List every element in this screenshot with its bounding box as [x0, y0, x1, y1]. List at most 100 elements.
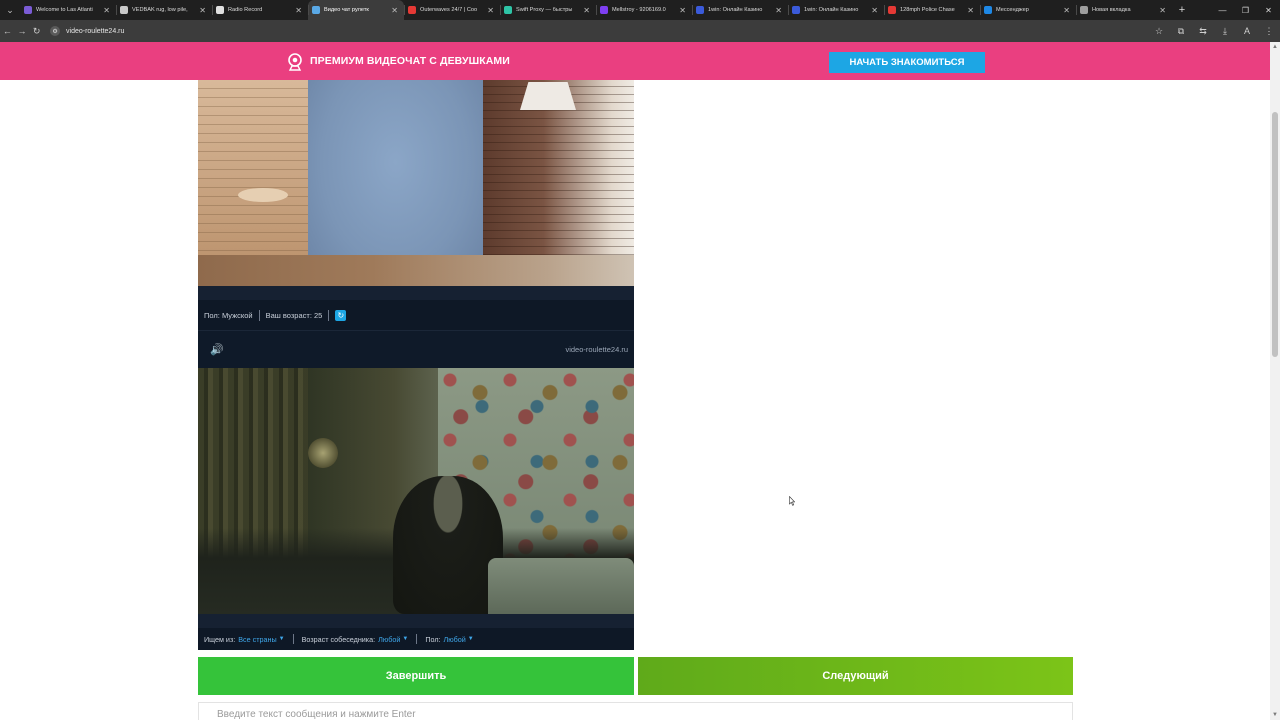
favicon-icon	[1080, 6, 1088, 14]
promo-text: ПРЕМИУМ ВИДЕОЧАТ С ДЕВУШКАМИ	[310, 55, 510, 67]
gender-filter-dropdown[interactable]: Любой	[444, 635, 466, 644]
video-chat-panel: Пол: Мужской Ваш возраст: 25 ↻ 🔊 video-r…	[198, 80, 634, 650]
close-window-icon[interactable]: ✕	[1257, 0, 1280, 20]
promo-banner: ПРЕМИУМ ВИДЕОЧАТ С ДЕВУШКАМИ НАЧАТЬ ЗНАК…	[0, 42, 1270, 80]
forward-button[interactable]: →	[15, 20, 30, 42]
menu-icon[interactable]: ⋮	[1258, 20, 1280, 42]
self-camera-video	[198, 80, 634, 286]
favicon-icon	[600, 6, 608, 14]
close-tab-icon[interactable]: ✕	[199, 6, 206, 15]
scrollbar-thumb[interactable]	[1272, 112, 1278, 357]
close-tab-icon[interactable]: ✕	[1063, 6, 1070, 15]
chevron-down-icon: ▼	[467, 636, 474, 642]
download-icon[interactable]: ⤓	[1214, 20, 1236, 42]
partner-camera-video	[198, 368, 634, 614]
reload-icon: ↻	[32, 25, 41, 36]
tab-title: 1win: Онлайн Казино	[804, 7, 859, 13]
tab-title: Swift Proxy — быстры	[516, 7, 573, 13]
tab-title: Welcome to Las Atlanti	[36, 7, 93, 13]
tab-title: Mellstroy - 9206169.0	[612, 7, 666, 13]
tab-title: Outerwaves 24/7 | Coo	[420, 7, 478, 13]
browser-tab[interactable]: Мессенджер ✕	[980, 0, 1076, 20]
site-info-icon[interactable]: ⚙	[50, 26, 61, 36]
tab-title: Новая вкладка	[1092, 7, 1131, 13]
refresh-icon[interactable]: ↻	[335, 309, 347, 321]
end-chat-button[interactable]: Завершить	[198, 657, 634, 695]
speaker-icon[interactable]: 🔊	[210, 343, 226, 357]
toolbar-buttons: ☆ ⧉ ⇆ ⤓ A ⋮	[1148, 20, 1280, 42]
favicon-icon	[984, 6, 992, 14]
tab-title: VEDBÄK rug, low pile,	[132, 7, 188, 13]
browser-tab[interactable]: 1win: Онлайн Казино ✕	[692, 0, 788, 20]
browser-tab[interactable]: Radio Record ✕	[212, 0, 308, 20]
extensions-icon[interactable]: ⧉	[1170, 20, 1192, 42]
browser-tab[interactable]: VEDBÄK rug, low pile, ✕	[116, 0, 212, 20]
tabs-container: Welcome to Las Atlanti ✕ VEDBÄK rug, low p…	[20, 0, 1172, 20]
close-tab-icon[interactable]: ✕	[583, 6, 590, 15]
chevron-down-icon: ▼	[402, 636, 409, 642]
maximize-icon[interactable]: ❐	[1234, 0, 1257, 20]
self-info-row: Пол: Мужской Ваш возраст: 25 ↻	[198, 300, 634, 330]
divider	[328, 309, 330, 321]
favicon-icon	[24, 6, 32, 14]
search-filters: Ищем из: Все страны ▼ Возраст собеседника…	[198, 628, 634, 650]
close-tab-icon[interactable]: ✕	[679, 6, 686, 15]
chevron-down-icon: ⌄	[6, 4, 14, 15]
close-tab-icon[interactable]: ✕	[487, 6, 494, 15]
tab-title: Видео чат рулетк	[324, 7, 369, 13]
close-tab-icon[interactable]: ✕	[1159, 6, 1166, 15]
country-filter-dropdown[interactable]: Все страны	[238, 635, 276, 644]
address-bar-row: ← → ↻ ⚙ video-roulette24.ru ☆ ⧉ ⇆ ⤓ A ⋮	[0, 20, 1280, 42]
star-icon[interactable]: ☆	[1148, 20, 1170, 42]
age-filter-label: Возраст собеседника:	[301, 634, 376, 644]
favicon-icon	[120, 6, 128, 14]
age-label: Ваш возраст: 25	[265, 310, 323, 320]
back-button[interactable]: ←	[0, 20, 15, 42]
webcam-icon	[288, 53, 302, 71]
plus-icon: +	[1178, 4, 1186, 16]
browser-tab[interactable]: 128mph Police Chase ✕	[884, 0, 980, 20]
close-tab-icon[interactable]: ✕	[295, 6, 302, 15]
favicon-icon	[408, 6, 416, 14]
chevron-down-icon: ▼	[278, 636, 285, 642]
window-controls: — ❐ ✕	[1211, 0, 1280, 20]
profile-icon[interactable]: A	[1236, 20, 1258, 42]
next-partner-button[interactable]: Следующий	[638, 657, 1073, 695]
gender-filter-label: Пол:	[425, 634, 441, 644]
close-tab-icon[interactable]: ✕	[967, 6, 974, 15]
browser-tab[interactable]: 1win: Онлайн Казино ✕	[788, 0, 884, 20]
reload-button[interactable]: ↻	[29, 20, 44, 42]
minimize-icon[interactable]: —	[1211, 0, 1234, 20]
gender-label: Пол: Мужской	[204, 310, 253, 320]
divider	[258, 309, 260, 321]
tab-search-button[interactable]: ⌄	[0, 0, 20, 20]
favicon-icon	[216, 6, 224, 14]
chat-message-input[interactable]	[198, 702, 1073, 720]
browser-tab[interactable]: Welcome to Las Atlanti ✕	[20, 0, 116, 20]
divider	[416, 634, 418, 644]
browser-tab[interactable]: Mellstroy - 9206169.0 ✕	[596, 0, 692, 20]
partner-header: 🔊 video-roulette24.ru	[198, 330, 634, 368]
close-tab-icon[interactable]: ✕	[775, 6, 782, 15]
browser-tab[interactable]: Новая вкладка ✕	[1076, 0, 1172, 20]
country-filter-label: Ищем из:	[204, 634, 236, 644]
translate-icon[interactable]: ⇆	[1192, 20, 1214, 42]
mouse-cursor-icon	[789, 496, 795, 506]
camera-divider	[198, 286, 634, 300]
browser-tab[interactable]: Видео чат рулетк ✕	[308, 0, 404, 20]
favicon-icon	[504, 6, 512, 14]
age-filter-dropdown[interactable]: Любой	[378, 635, 400, 644]
close-tab-icon[interactable]: ✕	[871, 6, 878, 15]
browser-tab[interactable]: Swift Proxy — быстры ✕	[500, 0, 596, 20]
browser-tab[interactable]: Outerwaves 24/7 | Coo ✕	[404, 0, 500, 20]
page: ПРЕМИУМ ВИДЕОЧАТ С ДЕВУШКАМИ НАЧАТЬ ЗНАК…	[0, 42, 1270, 720]
tab-title: Radio Record	[228, 7, 263, 13]
page-scrollbar[interactable]: ▲ ▼	[1270, 42, 1280, 720]
url-bar[interactable]: ⚙ video-roulette24.ru	[50, 23, 1148, 39]
close-tab-icon[interactable]: ✕	[391, 6, 398, 15]
start-dating-button[interactable]: НАЧАТЬ ЗНАКОМИТЬСЯ	[829, 52, 985, 73]
scroll-up-icon[interactable]: ▲	[1270, 42, 1280, 52]
close-tab-icon[interactable]: ✕	[103, 6, 110, 15]
new-tab-button[interactable]: +	[1172, 0, 1192, 20]
scroll-down-icon[interactable]: ▼	[1270, 710, 1280, 720]
